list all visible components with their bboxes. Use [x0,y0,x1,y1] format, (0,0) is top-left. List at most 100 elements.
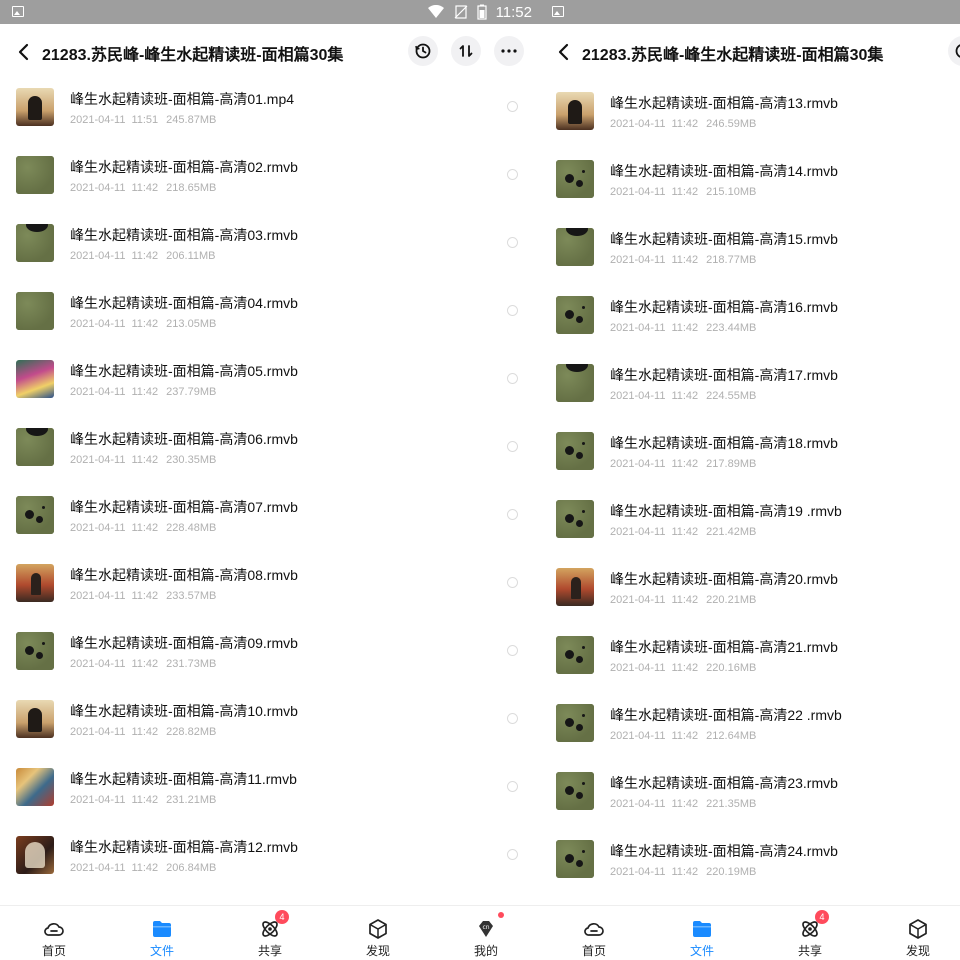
select-checkbox[interactable] [507,781,518,792]
file-row[interactable]: 峰生水起精读班-面相篇-高清23.rmvb 2021-04-11 11:42 221.… [540,772,960,840]
file-meta: 2021-04-11 11:42 228.48MB [70,521,216,535]
file-row[interactable]: 峰生水起精读班-面相篇-高清05.rmvb 2021-04-11 11:42 237.… [0,360,540,428]
file-size: 218.77MB [706,254,757,266]
file-date: 2021-04-11 [70,794,126,806]
tab-share-atom[interactable]: 共享 4 [230,906,310,960]
file-time: 11:51 [131,114,159,126]
select-checkbox[interactable] [507,849,518,860]
file-meta: 2021-04-11 11:42 220.21MB [610,593,756,607]
file-time: 11:42 [131,726,159,738]
file-size: 220.19MB [706,866,757,878]
history-icon [415,43,431,59]
file-row[interactable]: 峰生水起精读班-面相篇-高清18.rmvb 2021-04-11 11:42 217.… [540,432,960,500]
history-button[interactable] [948,36,960,66]
select-checkbox[interactable] [507,713,518,724]
file-size: 221.42MB [706,526,757,538]
file-meta: 2021-04-11 11:42 206.84MB [70,861,216,875]
file-row[interactable]: 峰生水起精读班-面相篇-高清15.rmvb 2021-04-11 11:42 218.… [540,228,960,296]
history-button[interactable] [408,36,438,66]
file-row[interactable]: 峰生水起精读班-面相篇-高清20.rmvb 2021-04-11 11:42 220.… [540,568,960,636]
file-row[interactable]: 峰生水起精读班-面相篇-高清16.rmvb 2021-04-11 11:42 223.… [540,296,960,364]
file-meta: 2021-04-11 11:42 213.05MB [70,317,216,331]
select-checkbox[interactable] [507,373,518,384]
select-checkbox[interactable] [507,169,518,180]
file-name: 峰生水起精读班-面相篇-高清12.rmvb [70,839,298,855]
folder-icon [151,918,173,940]
notification-badge: 4 [815,910,829,924]
file-row[interactable]: 峰生水起精读班-面相篇-高清12.rmvb 2021-04-11 11:42 206.… [0,836,540,904]
file-row[interactable]: 峰生水起精读班-面相篇-高清03.rmvb 2021-04-11 11:42 206.… [0,224,540,292]
file-row[interactable]: 峰生水起精读班-面相篇-高清01.mp4 2021-04-11 11:51 245.8… [0,88,540,156]
video-thumbnail [16,700,54,738]
file-meta: 2021-04-11 11:42 223.44MB [610,321,756,335]
select-checkbox[interactable] [507,509,518,520]
file-time: 11:42 [671,322,699,334]
select-checkbox[interactable] [507,237,518,248]
video-thumbnail [556,704,594,742]
folder-icon [691,918,713,940]
file-size: 246.59MB [706,118,757,130]
file-meta: 2021-04-11 11:42 218.65MB [70,181,216,195]
tab-label: 共享 [257,944,282,958]
tab-cube[interactable]: 发现 [338,906,418,960]
cloud-icon [583,918,605,940]
tab-cube[interactable]: 发现 [878,906,958,960]
file-row[interactable]: 峰生水起精读班-面相篇-高清17.rmvb 2021-04-11 11:42 224.… [540,364,960,432]
tab-cloud[interactable]: 首页 [14,906,94,960]
file-row[interactable]: 峰生水起精读班-面相篇-高清06.rmvb 2021-04-11 11:42 230.… [0,428,540,496]
video-thumbnail [556,228,594,266]
page-title: 21283.苏民峰-峰生水起精读班-面相篇30集 [42,47,344,64]
notification-badge: 4 [275,910,289,924]
tab-share-atom[interactable]: 共享 4 [770,906,850,960]
tab-diamond[interactable]: cn 我的 [446,906,526,960]
file-time: 11:42 [131,182,159,194]
no-signal-icon [454,5,467,19]
file-row[interactable]: 峰生水起精读班-面相篇-高清24.rmvb 2021-04-11 11:42 220.… [540,840,960,908]
file-size: 221.35MB [706,798,757,810]
file-meta: 2021-04-11 11:42 206.11MB [70,249,216,263]
file-row[interactable]: 峰生水起精读班-面相篇-高清22 .rmvb 2021-04-11 11:42 212… [540,704,960,772]
file-name: 峰生水起精读班-面相篇-高清03.rmvb [70,227,298,243]
sort-button[interactable] [451,36,481,66]
back-arrow-icon[interactable] [14,40,34,64]
tab-label: 首页 [581,944,606,958]
select-checkbox[interactable] [507,305,518,316]
tab-folder[interactable]: 文件 [662,906,742,960]
file-row[interactable]: 峰生水起精读班-面相篇-高清08.rmvb 2021-04-11 11:42 233.… [0,564,540,632]
file-row[interactable]: 峰生水起精读班-面相篇-高清13.rmvb 2021-04-11 11:42 246.… [540,92,960,160]
file-date: 2021-04-11 [70,862,126,874]
more-dots-icon [501,49,517,53]
file-row[interactable]: 峰生水起精读班-面相篇-高清04.rmvb 2021-04-11 11:42 213.… [0,292,540,360]
file-date: 2021-04-11 [70,386,126,398]
file-row[interactable]: 峰生水起精读班-面相篇-高清14.rmvb 2021-04-11 11:42 215.… [540,160,960,228]
select-checkbox[interactable] [507,441,518,452]
file-meta: 2021-04-11 11:42 220.16MB [610,661,756,675]
video-thumbnail [16,564,54,602]
tab-cloud[interactable]: 首页 [554,906,634,960]
file-row[interactable]: 峰生水起精读班-面相篇-高清11.rmvb 2021-04-11 11:42 231.… [0,768,540,836]
battery-icon [476,4,487,20]
select-checkbox[interactable] [507,645,518,656]
more-button[interactable] [494,36,524,66]
file-meta: 2021-04-11 11:42 237.79MB [70,385,216,399]
file-row[interactable]: 峰生水起精读班-面相篇-高清21.rmvb 2021-04-11 11:42 220.… [540,636,960,704]
file-date: 2021-04-11 [610,730,666,742]
file-row[interactable]: 峰生水起精读班-面相篇-高清10.rmvb 2021-04-11 11:42 228.… [0,700,540,768]
file-row[interactable]: 峰生水起精读班-面相篇-高清19 .rmvb 2021-04-11 11:42 221… [540,500,960,568]
file-row[interactable]: 峰生水起精读班-面相篇-高清09.rmvb 2021-04-11 11:42 231.… [0,632,540,700]
file-meta: 2021-04-11 11:42 220.19MB [610,865,756,879]
file-row[interactable]: 峰生水起精读班-面相篇-高清02.rmvb 2021-04-11 11:42 218.… [0,156,540,224]
back-arrow-icon[interactable] [554,40,574,64]
select-checkbox[interactable] [507,101,518,112]
tab-label: 首页 [41,944,66,958]
tab-folder[interactable]: 文件 [122,906,202,960]
video-thumbnail [16,768,54,806]
select-checkbox[interactable] [507,577,518,588]
file-row[interactable]: 峰生水起精读班-面相篇-高清07.rmvb 2021-04-11 11:42 228.… [0,496,540,564]
video-thumbnail [16,496,54,534]
file-date: 2021-04-11 [70,590,126,602]
cube-icon [907,918,929,940]
file-meta: 2021-04-11 11:42 212.64MB [610,729,756,743]
file-name: 峰生水起精读班-面相篇-高清17.rmvb [610,367,838,383]
status-clock: 11:52 [495,3,532,21]
